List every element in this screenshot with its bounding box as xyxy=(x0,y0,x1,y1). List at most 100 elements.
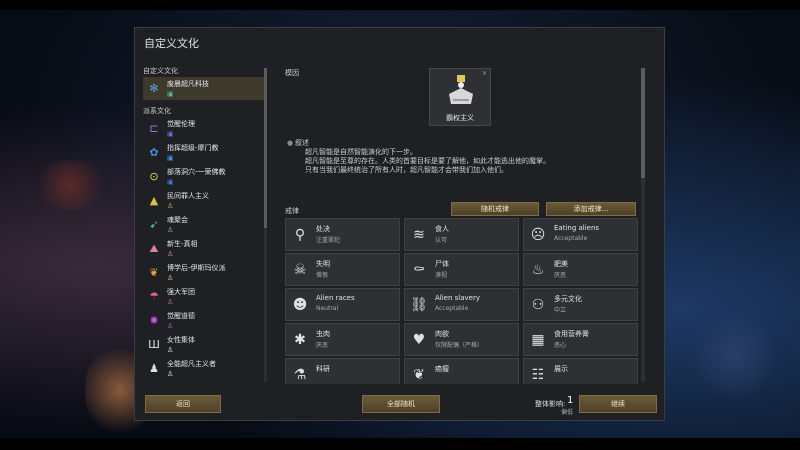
culture-item[interactable]: ♟ 全能超凡主义者 ♙ xyxy=(143,357,267,380)
culture-item[interactable]: ➹ 魂聚会 ♙ xyxy=(143,213,267,236)
scrollbar-thumb[interactable] xyxy=(641,68,645,178)
precept-card[interactable]: ⚲ 处决 注重罪犯 xyxy=(285,218,400,251)
narrative-line: 超凡智能是至尊的存在。人类的首要目标是要了解他，如此才能逃出他的魔掌。 xyxy=(305,157,550,165)
pawn-icon: ♟ xyxy=(149,362,159,375)
precept-card[interactable]: ✱ 虫肉 厌恶 xyxy=(285,323,400,356)
precept-name: 多元文化 xyxy=(554,295,582,303)
remove-meme-icon[interactable]: ✕ xyxy=(482,70,487,77)
narrative-toggle-icon[interactable]: ● xyxy=(287,139,293,147)
precept-card[interactable]: ♥ 肉欲 仅限配偶（严格） xyxy=(404,323,519,356)
precept-level: 中立 xyxy=(554,307,567,314)
bug-icon: ✱ xyxy=(294,332,306,348)
precept-card[interactable]: ≋ 食人 认可 xyxy=(404,218,519,251)
precept-card[interactable]: ⚰ 尸体 漠视 xyxy=(404,253,519,286)
display-icon: ☷ xyxy=(531,367,545,383)
random-precepts-button[interactable]: 随机戒律 xyxy=(451,202,539,216)
wing-icon: ❦ xyxy=(149,266,159,279)
culture-item[interactable]: ⊙ 部落洞穴-一荣佛教 ▣ xyxy=(143,165,267,188)
precept-name: 肥美 xyxy=(554,260,568,268)
source-culture-header: 派系文化 xyxy=(143,107,171,115)
precept-level: 仅限配偶（严格） xyxy=(435,342,484,349)
narrative-line: 只有当我们最终统治了所有人时，超凡智能才会带我们加入他们。 xyxy=(305,166,508,174)
tumor-icon: ❦ xyxy=(413,367,425,383)
corpse-icon: ⚰ xyxy=(413,262,425,278)
precept-card[interactable]: ☻ Alien races Neutral xyxy=(285,288,400,321)
culture-item[interactable]: Ш 女性集体 ♙ xyxy=(143,333,267,356)
precept-level: 认可 xyxy=(435,237,448,244)
culture-item[interactable]: ⛰ 新生-真相 ♙ xyxy=(143,237,267,260)
precept-card[interactable]: ▦ 食用营养膏恶心 xyxy=(523,323,638,356)
impact-level: 偏低 xyxy=(561,409,574,416)
scrollbar-thumb[interactable] xyxy=(264,68,267,228)
precept-level: Acceptable xyxy=(435,305,469,312)
person-badge-icon: ♙ xyxy=(167,346,174,354)
culture-item[interactable]: ✻ 废晨超凡科技 ▣ xyxy=(143,77,267,100)
add-precept-button[interactable]: 添加戒律... xyxy=(546,202,636,216)
precept-name: 失明 xyxy=(316,260,330,268)
precept-card[interactable]: ⚗ 科研 xyxy=(285,358,400,384)
square-badge-icon: ▣ xyxy=(167,154,174,162)
continue-button[interactable]: 继续 xyxy=(579,395,657,413)
precept-card[interactable]: ♨ 肥美厌恶 xyxy=(523,253,638,286)
narrative-line: 超凡智能是自然智能演化的下一步。 xyxy=(305,148,417,156)
precept-card[interactable]: ☹ Eating aliens Acceptable xyxy=(523,218,638,251)
narrative-title: 叙述 xyxy=(295,139,309,147)
meme-card[interactable]: ✕ 霸权主义 xyxy=(429,68,491,126)
fan-icon: ☂ xyxy=(149,290,159,303)
person-badge-icon: ♙ xyxy=(167,298,174,306)
culture-name: 博学后-伊斯玛仪派 xyxy=(167,264,226,272)
mountain-icon: ⛰ xyxy=(149,242,159,255)
culture-name: 觉醒道德 xyxy=(167,312,195,320)
custom-culture-header: 自定义文化 xyxy=(143,67,178,75)
culture-item[interactable]: ⊏ 觉醒伦理 ▣ xyxy=(143,117,267,140)
culture-item[interactable]: ✸ 觉醒道德 ♙ xyxy=(143,309,267,332)
circle-dots-icon: ⊙ xyxy=(149,170,159,183)
culture-item[interactable]: ✿ 指挥超级-摩门教 ▣ xyxy=(143,141,267,164)
precept-name: 食用营养膏 xyxy=(554,330,589,338)
precept-level: 恶心 xyxy=(554,342,567,349)
hand-crown-icon xyxy=(449,75,473,104)
culture-item[interactable]: ▲ 民间罪人主义 ♙ xyxy=(143,189,267,212)
noose-icon: ⚲ xyxy=(294,227,306,243)
square-badge-icon: ▣ xyxy=(167,90,174,98)
precept-name: 虫肉 xyxy=(316,330,330,338)
precept-name: 食人 xyxy=(435,225,449,233)
precept-card[interactable]: ⛓ Alien slavery Acceptable xyxy=(404,288,519,321)
culture-name: 觉醒伦理 xyxy=(167,120,195,128)
precept-card[interactable]: ❦ 癌瘤 xyxy=(404,358,519,384)
precept-level: 厌恶 xyxy=(554,272,567,279)
planet-decoration xyxy=(690,310,780,400)
culture-name: 魂聚会 xyxy=(167,216,188,224)
fat-icon: ♨ xyxy=(531,262,545,278)
dialog-title: 自定义文化 xyxy=(144,37,199,50)
precept-level: 漠视 xyxy=(435,272,448,279)
slaves-icon: ⛓ xyxy=(410,297,428,313)
nutrient-icon: ▦ xyxy=(531,332,545,348)
culture-list-scrollbar[interactable] xyxy=(264,68,267,382)
culture-name: 指挥超级-摩门教 xyxy=(167,144,219,152)
person-badge-icon: ♙ xyxy=(167,226,174,234)
culture-item[interactable]: ☂ 强大军团 ♙ xyxy=(143,285,267,308)
culture-item[interactable]: ❦ 博学后-伊斯玛仪派 ♙ xyxy=(143,261,267,284)
back-button[interactable]: 返回 xyxy=(145,395,221,413)
culture-name: 强大军团 xyxy=(167,288,195,296)
precept-name: Alien slavery xyxy=(435,294,480,302)
narrative-text: 超凡智能是自然智能演化的下一步。 超凡智能是至尊的存在。人类的首要目标是要了解他… xyxy=(305,148,635,175)
precept-scrollbar[interactable] xyxy=(641,68,645,382)
precept-name: 肉欲 xyxy=(435,330,449,338)
precept-name: 科研 xyxy=(316,365,330,373)
culture-icon: ⚇ xyxy=(531,297,545,313)
precept-card[interactable]: ☷ 展示 xyxy=(523,358,638,384)
precepts-label: 戒律 xyxy=(285,207,299,215)
precept-card[interactable]: ☠ 失明 憎恨 xyxy=(285,253,400,286)
culture-list: 自定义文化 ✻ 废晨超凡科技 ▣ 派系文化 ⊏ 觉醒伦理 ▣ ✿ 指挥超级-摩门教 ▣ ⊙ 部落洞… xyxy=(143,66,267,384)
person-badge-icon: ♙ xyxy=(167,322,174,330)
culture-name: 废晨超凡科技 xyxy=(167,80,209,88)
person-badge-icon: ♙ xyxy=(167,274,174,282)
culture-name: 部落洞穴-一荣佛教 xyxy=(167,168,226,176)
meme-name: 霸权主义 xyxy=(446,114,474,122)
randomize-all-button[interactable]: 全部随机 xyxy=(362,395,440,413)
precept-card[interactable]: ⚇ 多元文化中立 xyxy=(523,288,638,321)
precept-level: 憎恨 xyxy=(316,272,329,279)
precept-level: 注重罪犯 xyxy=(316,237,341,244)
